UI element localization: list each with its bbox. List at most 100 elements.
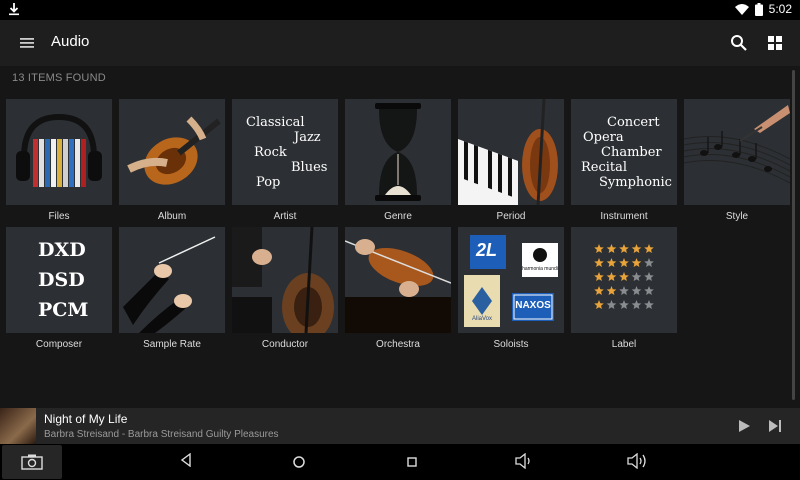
home-icon[interactable] [292,455,306,469]
volume-down-icon[interactable] [515,453,535,469]
star-icon [606,272,617,281]
tile-instrument[interactable]: Concert Opera Chamber Recital Symphonic … [571,99,677,223]
tile-genre[interactable]: Genre [345,99,451,223]
period-artwork [458,99,564,205]
search-icon[interactable] [730,34,748,52]
tile-files[interactable]: Files [6,99,112,223]
star-icon [644,286,654,295]
artwork-word: Concert [607,115,660,130]
page-title: Audio [51,33,90,50]
play-icon[interactable] [737,419,751,433]
star-icon [619,286,629,295]
genre-artwork [345,99,451,205]
artwork-word: Recital [581,160,628,175]
scrollbar[interactable] [792,70,795,400]
back-icon[interactable] [180,453,192,467]
artwork-word: Symphonic [599,175,672,190]
skip-next-icon[interactable] [768,420,782,432]
tile-label: Genre [384,211,412,222]
menu-icon[interactable] [18,34,38,52]
tile-composer[interactable]: DXD DSD PCM Composer [6,227,112,351]
artwork-word: Classical [246,115,305,130]
star-icon [594,258,604,267]
items-count: 13 ITEMS FOUND [12,72,106,84]
orchestra-artwork [345,227,451,333]
camera-icon [21,454,43,470]
status-clock: 5:02 [768,2,792,16]
wifi-icon [734,4,749,15]
star-icon [644,244,654,253]
category-grid: 13 ITEMS FOUND Files Album Classical Jaz… [0,66,800,408]
status-bar: 5:02 [0,0,800,20]
tile-label: Label [611,339,637,350]
logo-aliavox: AliaVox [471,316,492,322]
star-icon [619,300,629,309]
star-icon [631,286,642,295]
volume-up-icon[interactable] [627,453,649,469]
tile-label: Soloists [493,339,529,350]
artwork-word: Blues [291,160,328,175]
download-icon [9,3,19,16]
tile-label: Style [725,211,749,222]
system-nav-bar [0,444,800,480]
artwork-word: Pop [256,175,281,190]
soloists-artwork: 2L harmonia mundi AliaVox NAXOS [458,227,564,333]
tile-sample-rate[interactable]: Sample Rate [119,227,225,351]
artwork-word: Opera [583,130,624,145]
sample-rate-artwork [119,227,225,333]
tile-artist[interactable]: Classical Jazz Rock Blues Pop Artist [232,99,338,223]
battery-icon [754,2,763,16]
artwork-word: Jazz [294,130,321,145]
tile-label: Album [157,211,187,222]
logo-2l: 2L [476,240,498,260]
star-icon [644,300,654,309]
tile-style[interactable]: Style [684,99,790,223]
tile-orchestra[interactable]: Orchestra [345,227,451,351]
rating-stars-icon [594,244,654,309]
tile-period[interactable]: Period [458,99,564,223]
star-icon [594,272,604,281]
star-icon [644,258,654,267]
logo-naxos: NAXOS [515,300,551,311]
recents-icon[interactable] [406,456,418,468]
star-icon [631,244,642,253]
artwork-word: PCM [38,299,89,321]
star-icon [619,244,629,253]
tile-label-category[interactable]: Label [571,227,677,351]
tile-conductor[interactable]: Conductor [232,227,338,351]
star-icon [644,272,654,281]
app-bar: Audio [0,20,800,66]
star-icon [619,258,629,267]
files-artwork [6,99,112,205]
instrument-artwork: Concert Opera Chamber Recital Symphonic [571,99,677,205]
artwork-word: Chamber [601,145,662,160]
tile-label: Files [48,211,70,222]
tile-label: Period [496,211,526,222]
star-icon [594,286,604,295]
artwork-word: Rock [254,145,287,160]
star-icon [606,300,617,309]
label-artwork [571,227,677,333]
star-icon [594,300,604,309]
now-playing-title: Night of My Life [44,412,128,426]
star-icon [619,272,629,281]
tile-soloists[interactable]: 2L harmonia mundi AliaVox NAXOS Soloists [458,227,564,351]
tile-album[interactable]: Album [119,99,225,223]
now-playing-bar[interactable]: Night of My Life Barbra Streisand - Barb… [0,408,800,444]
conductor-artwork [232,227,338,333]
album-artwork [119,99,225,205]
composer-artwork: DXD DSD PCM [6,227,112,333]
style-artwork [684,99,790,205]
artwork-word: DSD [38,269,85,291]
star-icon [631,272,642,281]
tile-label: Instrument [600,211,648,222]
now-playing-cover[interactable] [0,408,36,444]
grid-view-icon[interactable] [768,36,782,50]
tile-label: Sample Rate [143,339,201,350]
star-icon [606,258,617,267]
tile-label: Conductor [261,339,309,350]
tile-label: Orchestra [376,339,420,350]
screenshot-button[interactable] [2,445,62,479]
star-icon [606,244,617,253]
logo-harmonia-mundi: harmonia mundi [522,266,558,272]
